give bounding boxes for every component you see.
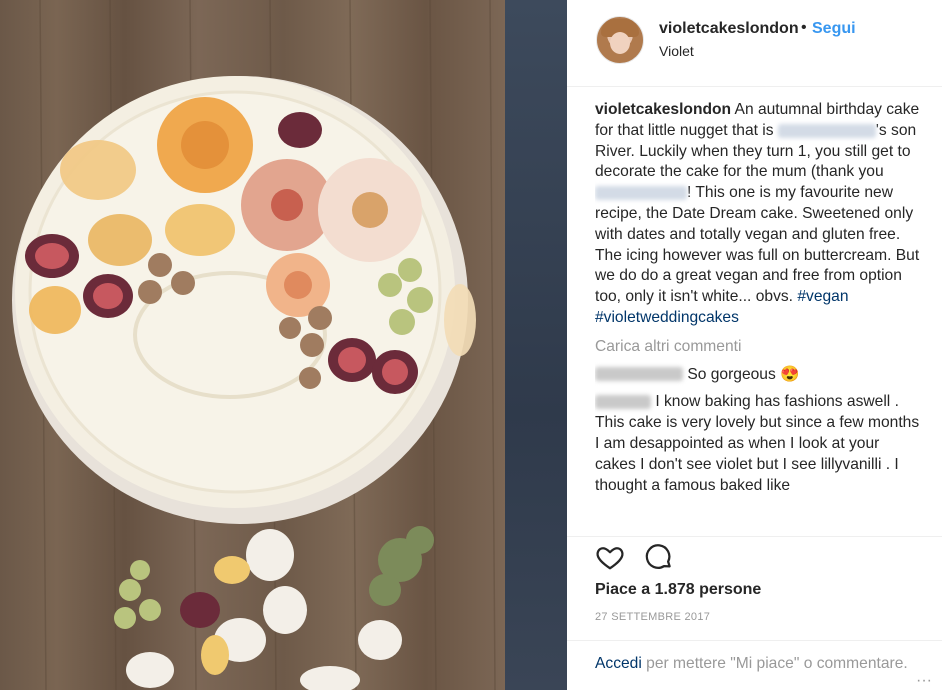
instagram-post: violetcakeslondon • Segui Violet violetc… — [0, 0, 942, 690]
login-prompt: Accedi per mettere "Mi piace" o commenta… — [567, 640, 942, 674]
follow-button[interactable]: Segui — [812, 20, 856, 38]
comment: So gorgeous 😍 — [595, 365, 920, 386]
location-link[interactable]: Violet — [659, 43, 694, 59]
post-panel: violetcakeslondon • Segui Violet violetc… — [567, 0, 942, 690]
cake-illustration — [12, 0, 496, 690]
heart-icon[interactable] — [595, 542, 625, 572]
caption-username[interactable]: violetcakeslondon — [595, 101, 731, 118]
blurred-username — [595, 395, 651, 410]
load-more-comments[interactable]: Carica altri commenti — [595, 337, 920, 358]
post-date: 27 SETTEMBRE 2017 — [595, 611, 711, 623]
username-link[interactable]: violetcakeslondon — [659, 20, 799, 38]
post-photo[interactable] — [0, 0, 567, 690]
blurred-mention — [595, 186, 687, 201]
login-text-line: Accedi per mettere "Mi piace" o commenta… — [595, 653, 914, 674]
blurred-mention — [777, 123, 876, 138]
avatar[interactable] — [596, 16, 644, 64]
comment-icon[interactable] — [644, 542, 674, 572]
more-options-icon[interactable]: ··· — [916, 672, 932, 690]
comment: I know baking has fashions aswell . This… — [595, 392, 920, 496]
comments-section[interactable]: violetcakeslondon An autumnal birthday c… — [595, 100, 920, 525]
actions-bar: Piace a 1.878 persone 27 SETTEMBRE 2017 — [567, 536, 942, 623]
blurred-username — [595, 367, 683, 382]
comment-text: So gorgeous 😍 — [687, 365, 800, 383]
hashtag-link[interactable]: #violetweddingcakes — [595, 309, 739, 326]
login-link[interactable]: Accedi — [595, 655, 642, 672]
post-caption: violetcakeslondon An autumnal birthday c… — [595, 100, 920, 329]
caption-text-3: ! This one is my favourite new recipe, t… — [595, 184, 920, 306]
hashtag-link[interactable]: #vegan — [797, 288, 848, 305]
login-text: per mettere "Mi piace" o commentare. — [646, 655, 908, 672]
post-header: violetcakeslondon • Segui Violet — [567, 0, 942, 87]
separator-dot: • — [801, 19, 807, 36]
likes-count[interactable]: Piace a 1.878 persone — [595, 581, 761, 599]
avatar-face — [610, 32, 630, 54]
